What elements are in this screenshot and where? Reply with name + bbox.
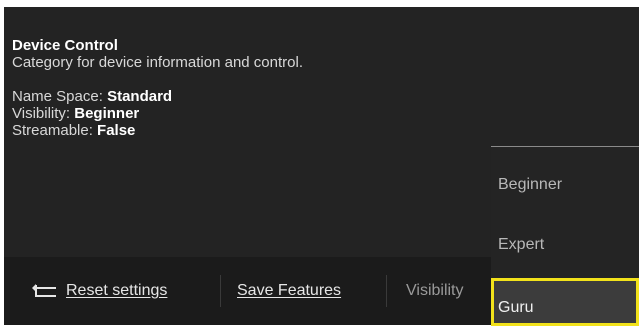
toolbar-divider xyxy=(220,275,221,307)
feature-description: Category for device information and cont… xyxy=(12,54,303,71)
visibility-prop-value: Beginner xyxy=(74,105,140,122)
reset-arrow-icon xyxy=(32,284,58,298)
name-space-label: Name Space: xyxy=(12,88,103,105)
save-features-button[interactable]: Save Features xyxy=(237,257,341,325)
visibility-select-label[interactable]: Visibility xyxy=(406,257,464,325)
visibility-prop-label: Visibility: xyxy=(12,105,71,122)
toolbar-divider xyxy=(386,275,387,307)
visibility-option-guru[interactable]: Guru xyxy=(491,278,639,326)
reset-settings-label: Reset settings xyxy=(66,282,168,299)
feature-info: Device Control Category for device infor… xyxy=(12,37,303,139)
feature-properties: Name Space: Standard Visibility: Beginne… xyxy=(12,88,303,139)
visibility-option-expert[interactable]: Expert xyxy=(491,233,639,257)
feature-properties-window: Device Control Category for device infor… xyxy=(0,0,639,326)
reset-settings-button[interactable]: Reset settings xyxy=(32,257,167,325)
streamable-label: Streamable: xyxy=(12,122,93,139)
visibility-row: Visibility: Beginner xyxy=(12,105,303,122)
streamable-row: Streamable: False xyxy=(12,122,303,139)
visibility-option-beginner[interactable]: Beginner xyxy=(491,173,639,197)
feature-title: Device Control xyxy=(12,37,118,54)
streamable-value: False xyxy=(97,122,136,139)
name-space-row: Name Space: Standard xyxy=(12,88,303,105)
visibility-dropdown[interactable]: Beginner Expert Guru xyxy=(491,146,639,326)
name-space-value: Standard xyxy=(107,88,173,105)
